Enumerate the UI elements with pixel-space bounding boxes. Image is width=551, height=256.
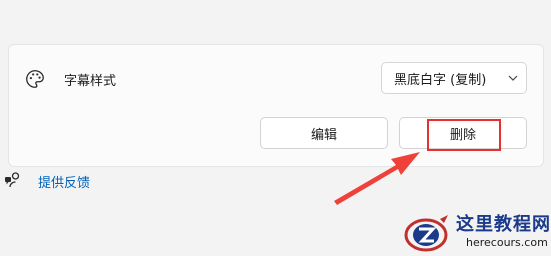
watermark-url: herecours.com <box>466 236 548 249</box>
caption-style-label: 字幕样式 <box>64 74 117 89</box>
chevron-down-icon <box>500 63 526 93</box>
watermark-title: 这里教程网 <box>456 214 551 235</box>
delete-button-label: 删除 <box>449 127 476 143</box>
palette-icon <box>26 70 44 88</box>
feedback-link[interactable]: 提供反馈 <box>38 172 90 191</box>
caption-style-value: 黑底白字 (复制) <box>394 72 487 88</box>
watermark-logo-icon <box>404 215 448 252</box>
delete-button[interactable]: 删除 <box>399 117 527 149</box>
edit-button-label: 编辑 <box>310 127 337 143</box>
feedback-icon <box>5 172 20 188</box>
edit-button[interactable]: 编辑 <box>260 117 388 149</box>
caption-style-dropdown[interactable]: 黑底白字 (复制) <box>381 62 527 94</box>
